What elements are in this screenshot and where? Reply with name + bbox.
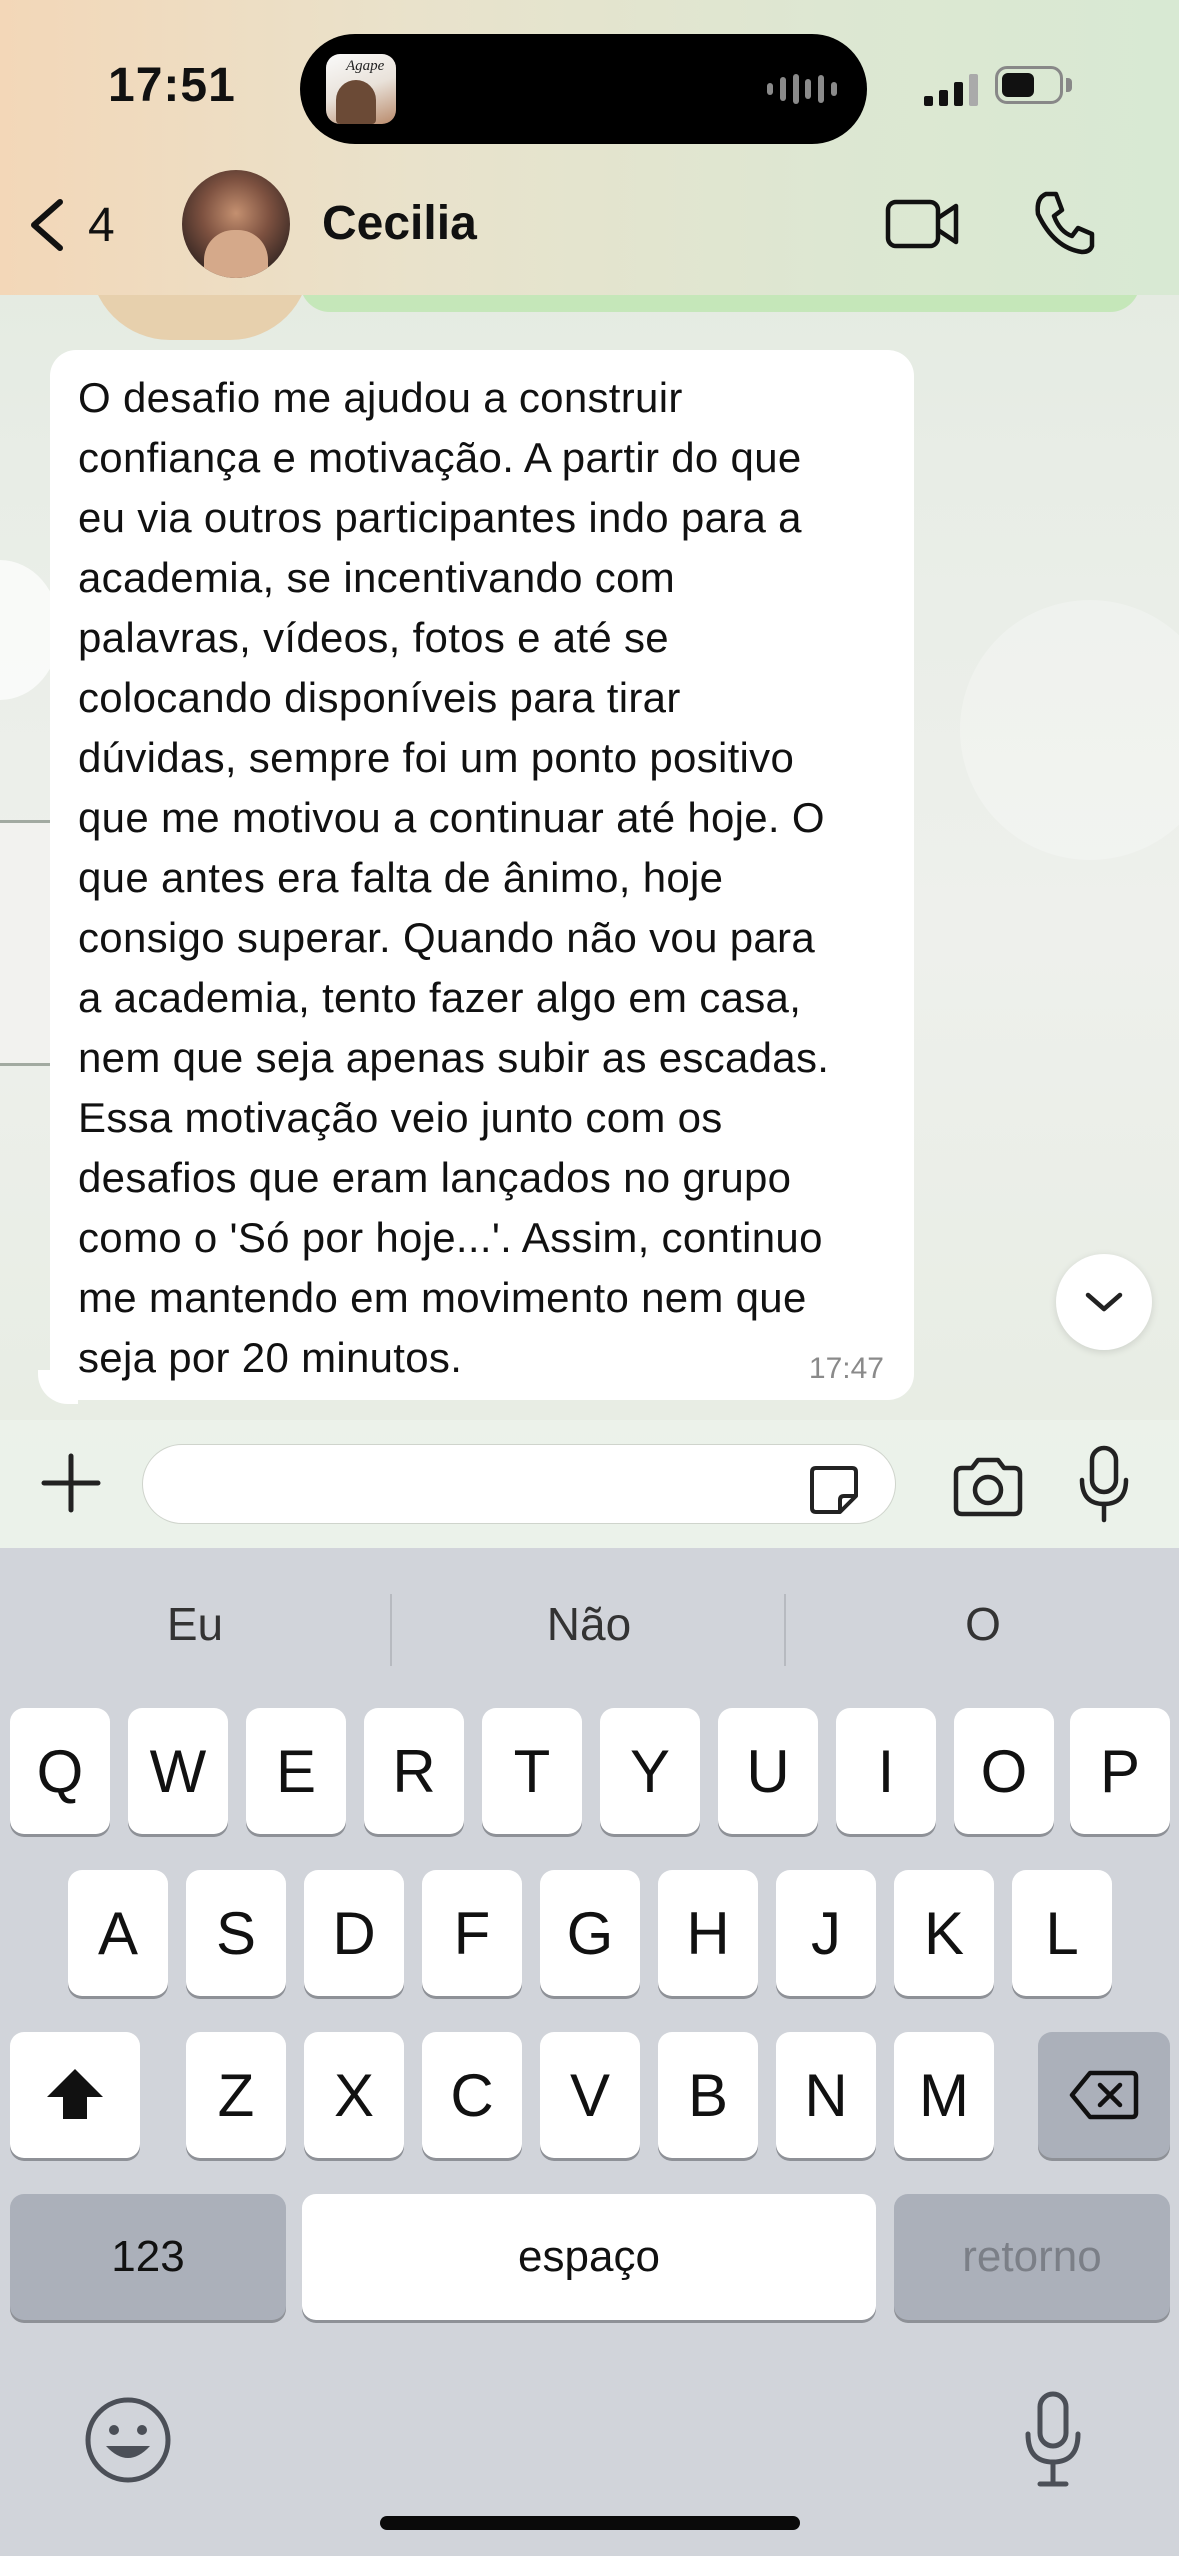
video-camera-icon[interactable] [884,196,960,252]
key-q[interactable]: Q [10,1708,110,1834]
key-b[interactable]: B [658,2032,758,2158]
key-n[interactable]: N [776,2032,876,2158]
key-s[interactable]: S [186,1870,286,1996]
contact-name[interactable]: Cecilia [322,196,477,251]
key-e[interactable]: E [246,1708,346,1834]
suggestion-3[interactable]: O [788,1584,1178,1664]
emoji-icon[interactable] [82,2394,174,2486]
backspace-icon [1069,2070,1139,2120]
wallpaper-decoration [960,600,1179,860]
key-c[interactable]: C [422,2032,522,2158]
key-t[interactable]: T [482,1708,582,1834]
key-v[interactable]: V [540,2032,640,2158]
key-p[interactable]: P [1070,1708,1170,1834]
keyboard: Eu Não O Q W E R T Y U I O P A S D F G H… [0,1548,1179,2556]
predictive-suggestions: Eu Não O [0,1584,1179,1666]
microphone-icon[interactable] [1076,1444,1132,1524]
key-m[interactable]: M [894,2032,994,2158]
shift-arrow-icon [47,2069,103,2119]
key-o[interactable]: O [954,1708,1054,1834]
plus-icon[interactable] [38,1450,104,1516]
numbers-key[interactable]: 123 [10,2194,286,2320]
key-r[interactable]: R [364,1708,464,1834]
space-key[interactable]: espaço [302,2194,876,2320]
key-x[interactable]: X [304,2032,404,2158]
battery-cap [1066,78,1072,92]
key-z[interactable]: Z [186,2032,286,2158]
key-l[interactable]: L [1012,1870,1112,1996]
return-key[interactable]: retorno [894,2194,1170,2320]
thumbnail-label: Agape [346,58,385,74]
chevron-left-icon [31,199,63,251]
chat-header: 17:51 Agape 4 Cecilia [0,0,1179,295]
suggestion-1[interactable]: Eu [0,1584,390,1664]
cellular-signal-icon [924,70,978,106]
incoming-message-bubble[interactable]: O desafio me ajudou a construir confianç… [50,350,914,1400]
back-button[interactable]: 4 [20,190,115,260]
key-y[interactable]: Y [600,1708,700,1834]
thumbnail-figure [336,80,376,124]
sticker-icon[interactable] [806,1462,862,1518]
unread-count: 4 [88,198,115,252]
message-input[interactable] [142,1444,896,1524]
battery-icon [995,66,1063,104]
key-a[interactable]: A [68,1870,168,1996]
status-bar-time: 17:51 [108,59,236,112]
key-w[interactable]: W [128,1708,228,1834]
key-h[interactable]: H [658,1870,758,1996]
audio-waveform-icon [767,72,837,106]
key-i[interactable]: I [836,1708,936,1834]
dictation-microphone-icon[interactable] [1020,2390,1086,2490]
key-g[interactable]: G [540,1870,640,1996]
suggestion-2[interactable]: Não [394,1584,784,1664]
phone-icon[interactable] [1032,190,1096,256]
message-timestamp: 17:47 [808,1352,884,1385]
dynamic-island[interactable]: Agape [300,34,867,144]
chevron-down-icon [1085,1292,1123,1312]
suggestion-divider [390,1594,392,1666]
key-j[interactable]: J [776,1870,876,1996]
home-indicator[interactable] [380,2516,800,2530]
message-text: O desafio me ajudou a construir confianç… [78,374,830,1381]
suggestion-divider [784,1594,786,1666]
contact-avatar[interactable] [182,170,290,278]
key-f[interactable]: F [422,1870,522,1996]
scroll-to-bottom-button[interactable] [1056,1254,1152,1350]
now-playing-thumbnail: Agape [326,54,396,124]
camera-icon[interactable] [950,1456,1026,1518]
key-u[interactable]: U [718,1708,818,1834]
key-d[interactable]: D [304,1870,404,1996]
shift-key[interactable] [10,2032,140,2158]
delete-key[interactable] [1038,2032,1170,2158]
key-k[interactable]: K [894,1870,994,1996]
message-composer [0,1420,1179,1548]
